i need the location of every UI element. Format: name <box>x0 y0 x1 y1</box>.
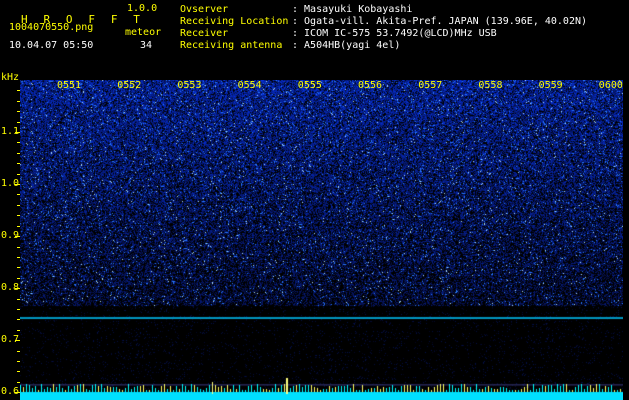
file-name: 1004070550.png <box>9 22 94 33</box>
time-label: 0600 <box>598 80 623 91</box>
app-version: 1.0.0 <box>127 3 158 14</box>
date-time: 10.04.07 05:50 <box>9 40 94 51</box>
time-label: 0557 <box>418 80 443 91</box>
info-label-antenna: Receiving antenna <box>180 40 283 51</box>
info-value-receiver: : ICOM IC-575 53.7492(@LCD)MHz USB <box>292 28 497 39</box>
time-label: 0556 <box>358 80 383 91</box>
time-label: 0558 <box>478 80 503 91</box>
info-value-location: : Ogata-vill. Akita-Pref. JAPAN (139.96E… <box>292 16 588 27</box>
time-label: 0554 <box>237 80 262 91</box>
meteor-count: 34 <box>140 40 153 51</box>
y-axis-unit: kHz <box>1 72 20 83</box>
info-value-antenna: : A504HB(yagi 4el) <box>292 40 401 51</box>
time-label: 0552 <box>117 80 142 91</box>
time-label: 0551 <box>57 80 82 91</box>
info-label-observer: Ovserver <box>180 4 229 15</box>
info-value-observer: : Masayuki Kobayashi <box>292 4 413 15</box>
spectrogram-canvas <box>20 80 623 400</box>
info-label-location: Receiving Location <box>180 16 289 27</box>
time-label: 0553 <box>177 80 202 91</box>
time-label: 0555 <box>297 80 322 91</box>
meteor-label: meteor <box>125 27 162 38</box>
info-label-receiver: Receiver <box>180 28 229 39</box>
time-label: 0559 <box>538 80 563 91</box>
